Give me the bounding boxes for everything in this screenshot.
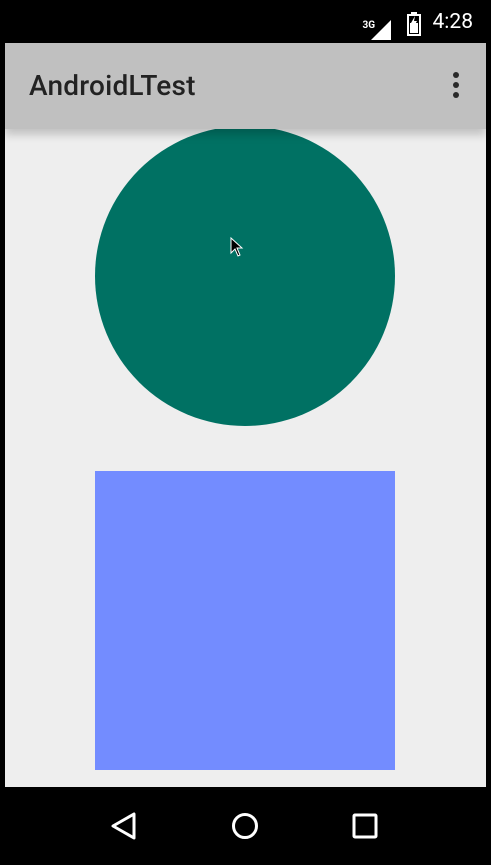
mouse-cursor-icon <box>230 237 244 257</box>
square-view[interactable] <box>95 471 395 770</box>
recents-icon[interactable] <box>348 809 382 843</box>
back-icon[interactable] <box>108 809 142 843</box>
status-icons: 3G 4:28 <box>363 0 474 43</box>
overflow-menu-icon[interactable] <box>446 70 466 100</box>
status-bar: 3G 4:28 <box>0 0 491 43</box>
circle-view[interactable] <box>95 126 395 426</box>
phone-screen: 3G 4:28 AndroidLTest <box>0 0 491 865</box>
signal-icon: 3G <box>363 10 391 40</box>
app-window: AndroidLTest <box>5 43 486 787</box>
navigation-bar <box>0 787 491 865</box>
action-bar: AndroidLTest <box>5 43 486 129</box>
battery-icon <box>406 11 421 36</box>
app-title: AndroidLTest <box>29 69 196 102</box>
home-icon[interactable] <box>228 809 262 843</box>
clock: 4:28 <box>432 9 474 34</box>
